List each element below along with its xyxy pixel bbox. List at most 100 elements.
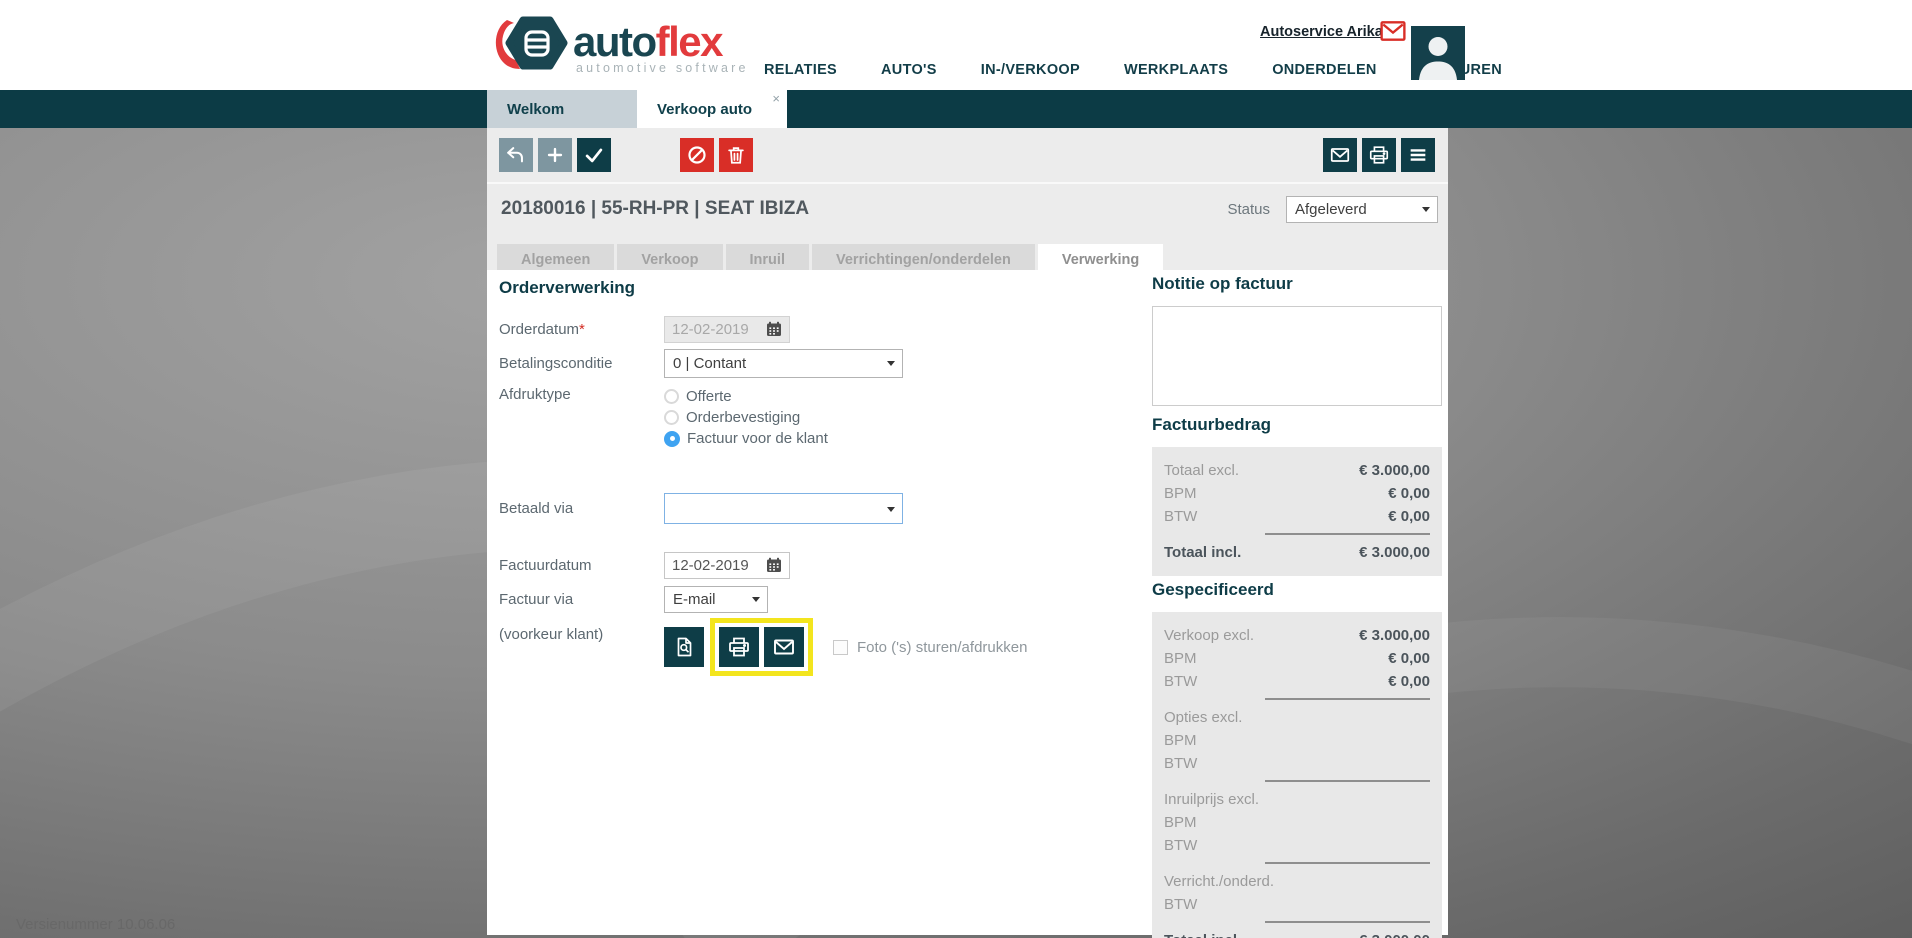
calendar-icon[interactable]: [766, 321, 782, 337]
invoice-note-textarea[interactable]: [1152, 306, 1442, 406]
calendar-icon[interactable]: [766, 557, 782, 573]
voorkeur-klant-label: (voorkeur klant): [499, 626, 603, 643]
confirm-icon: [583, 144, 605, 166]
print-button[interactable]: [1362, 138, 1396, 172]
radio-selected-icon[interactable]: [664, 431, 680, 447]
row-value: € 0,00: [1388, 673, 1430, 690]
order-title: 20180016 | 55-RH-PR | SEAT IBIZA: [501, 198, 1227, 220]
mail-invoice-button[interactable]: [764, 627, 804, 667]
money-total-row: Totaal incl.€ 3.000,00: [1164, 929, 1430, 938]
money-row: Opties excl.: [1164, 706, 1430, 729]
nav-item-onderdelen[interactable]: ONDERDELEN: [1272, 62, 1377, 78]
checkbox[interactable]: [833, 640, 848, 655]
row-label: BTW: [1164, 837, 1430, 854]
row-label: Verricht./onderd.: [1164, 873, 1430, 890]
delete-icon: [725, 144, 747, 166]
cancel-icon: [686, 144, 708, 166]
betalingsconditie-select[interactable]: 0 | Contant: [664, 349, 903, 378]
betaald-via-select[interactable]: [664, 493, 903, 524]
status-label: Status: [1227, 201, 1270, 218]
titlebar: 20180016 | 55-RH-PR | SEAT IBIZA Status …: [487, 184, 1448, 234]
add-button[interactable]: [538, 138, 572, 172]
radio-factuur-voor-de-klant[interactable]: Factuur voor de klant: [664, 428, 828, 449]
confirm-button[interactable]: [577, 138, 611, 172]
money-row: BTW€ 0,00: [1164, 505, 1430, 528]
radio-icon[interactable]: [664, 410, 679, 425]
factuur-actions-row: Foto ('s) sturen/afdrukken: [664, 618, 1147, 676]
row-label: BTW: [1164, 896, 1430, 913]
nav-item-in-verkoop[interactable]: IN-/VERKOOP: [981, 62, 1080, 78]
note-heading: Notitie op factuur: [1152, 274, 1443, 294]
row-label: BPM: [1164, 814, 1430, 831]
undo-icon: [505, 144, 527, 166]
status-select[interactable]: Afgeleverd: [1286, 196, 1438, 223]
row-value: € 0,00: [1388, 508, 1430, 525]
mail-icon[interactable]: [1380, 20, 1406, 42]
print-icon: [727, 635, 751, 659]
betalingsconditie-row: Betalingsconditie 0 | Contant: [499, 348, 1147, 378]
nav-item-autos[interactable]: AUTO'S: [881, 62, 937, 78]
avatar[interactable]: [1411, 26, 1465, 80]
money-row: BTW: [1164, 752, 1430, 775]
foto-sturen-checkbox-row[interactable]: Foto ('s) sturen/afdrukken: [833, 639, 1027, 656]
nav-item-werkplaats[interactable]: WERKPLAATS: [1124, 62, 1228, 78]
menu-button[interactable]: [1401, 138, 1435, 172]
factuur-via-value: E-mail: [673, 591, 716, 608]
money-row: BPM€ 0,00: [1164, 482, 1430, 505]
factuurdatum-input[interactable]: 12-02-2019: [664, 552, 790, 579]
row-label: BTW: [1164, 673, 1388, 690]
chevron-down-icon: [887, 507, 895, 512]
row-value: € 3.000,00: [1359, 462, 1430, 479]
tab-welkom[interactable]: Welkom: [487, 90, 637, 128]
radio-factuur-label: Factuur voor de klant: [687, 430, 828, 447]
sum-divider: [1265, 780, 1430, 782]
factuur-via-row: Factuur via E-mail: [499, 584, 1147, 614]
tab-verkoop-auto[interactable]: Verkoop auto ×: [637, 90, 787, 128]
nav-item-relaties[interactable]: RELATIES: [764, 62, 837, 78]
user-account-link[interactable]: Autoservice Arikan: [1260, 24, 1392, 40]
row-label: Totaal excl.: [1164, 462, 1359, 479]
preview-document-button[interactable]: [664, 627, 704, 667]
cancel-button[interactable]: [680, 138, 714, 172]
sum-divider: [1265, 533, 1430, 535]
money-row: Inruilprijs excl.: [1164, 788, 1430, 811]
chevron-down-icon: [887, 361, 895, 366]
money-row: BTW: [1164, 834, 1430, 857]
money-row: BTW: [1164, 893, 1430, 916]
factuurdatum-label: Factuurdatum: [499, 557, 664, 574]
highlight-box: [710, 618, 813, 676]
orderdatum-input[interactable]: 12-02-2019: [664, 316, 790, 343]
logo-text: autoflex: [573, 18, 724, 65]
orderdatum-label-text: Orderdatum: [499, 321, 579, 338]
logo-text-auto: auto: [573, 18, 657, 65]
logo-text-flex: flex: [656, 18, 725, 65]
print-invoice-button[interactable]: [719, 627, 759, 667]
factuurdatum-value: 12-02-2019: [672, 557, 749, 574]
row-value: € 3.000,00: [1359, 627, 1430, 644]
mail-button[interactable]: [1323, 138, 1357, 172]
row-value: € 3.000,00: [1359, 544, 1430, 561]
preview-document-icon: [672, 635, 696, 659]
close-icon[interactable]: ×: [772, 91, 780, 106]
factuur-via-select[interactable]: E-mail: [664, 586, 768, 613]
tab-verkoop-auto-label: Verkoop auto: [657, 101, 752, 118]
logo-tagline: automotive software: [576, 61, 749, 75]
money-row: Verricht./onderd.: [1164, 870, 1430, 893]
undo-button[interactable]: [499, 138, 533, 172]
row-label: Totaal incl.: [1164, 932, 1359, 938]
radio-icon[interactable]: [664, 389, 679, 404]
radio-orderbevestiging[interactable]: Orderbevestiging: [664, 407, 828, 428]
document-tabbar: Welkom Verkoop auto ×: [0, 90, 1912, 128]
radio-offerte[interactable]: Offerte: [664, 386, 828, 407]
money-total-row: Totaal incl.€ 3.000,00: [1164, 541, 1430, 564]
row-label: Inruilprijs excl.: [1164, 791, 1430, 808]
delete-button[interactable]: [719, 138, 753, 172]
money-row: BTW€ 0,00: [1164, 670, 1430, 693]
verwerking-panel: Orderverwerking Orderdatum* 12-02-2019: [487, 270, 1448, 935]
money-row: BPM: [1164, 811, 1430, 834]
row-label: BPM: [1164, 485, 1388, 502]
factuurbedrag-heading: Factuurbedrag: [1152, 415, 1443, 435]
money-row: BPM€ 0,00: [1164, 647, 1430, 670]
version-number: Versienummer 10.06.06: [16, 916, 175, 933]
sum-divider: [1265, 862, 1430, 864]
